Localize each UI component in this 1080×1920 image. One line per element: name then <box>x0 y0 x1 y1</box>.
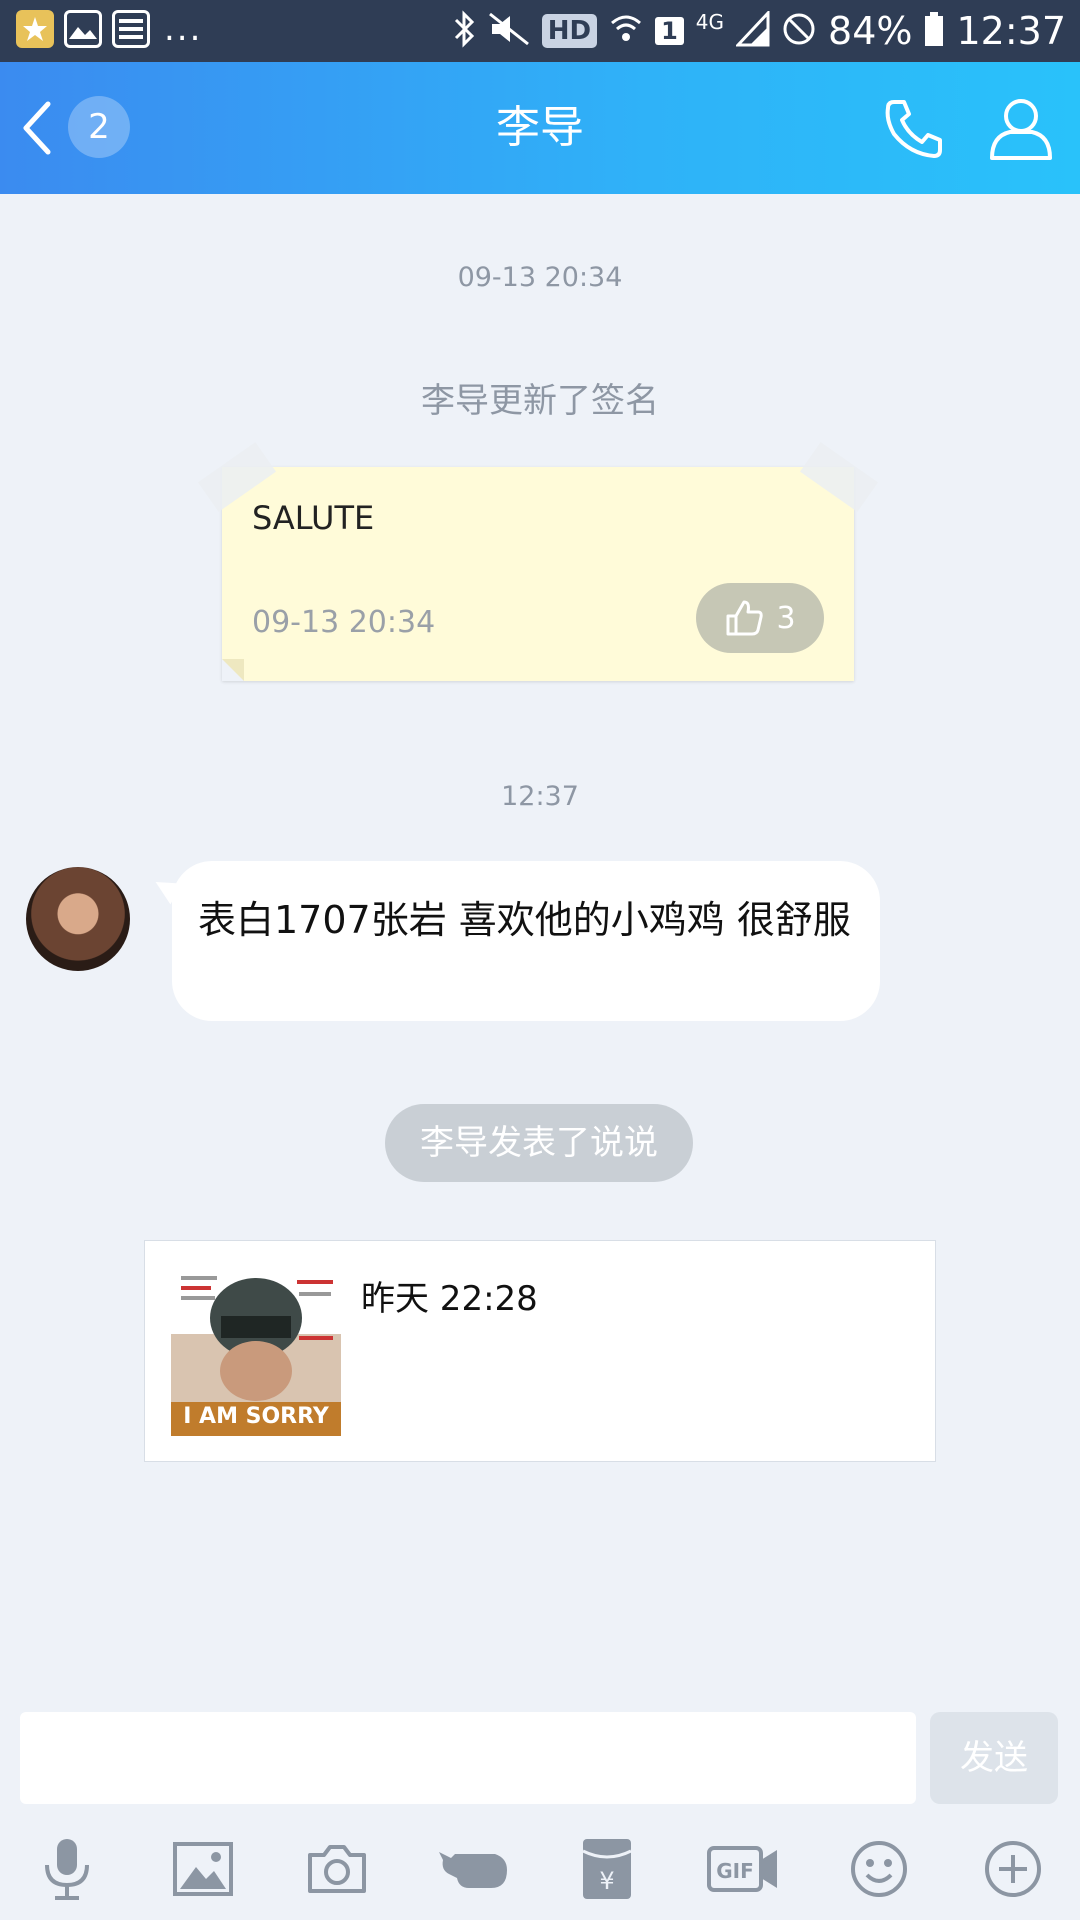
phone-icon <box>885 100 942 158</box>
do-not-disturb-icon <box>782 12 816 50</box>
poke-hand-icon[interactable] <box>434 1830 512 1908</box>
chat-header: 2 李导 <box>0 62 1080 194</box>
image-icon[interactable] <box>164 1830 242 1908</box>
thumbs-up-icon <box>726 600 764 636</box>
gif-icon[interactable]: GIF <box>704 1830 782 1908</box>
send-button[interactable]: 发送 <box>930 1712 1058 1804</box>
post-thumbnail: I AM SORRY <box>171 1266 341 1436</box>
wifi-icon <box>609 11 643 51</box>
tape-decoration <box>800 442 878 512</box>
network-type: 4G <box>695 10 725 34</box>
like-count: 3 <box>776 600 796 636</box>
storage-notification-icon <box>112 10 150 48</box>
post-time: 昨天 22:28 <box>361 1279 538 1319</box>
bluetooth-icon <box>452 10 476 52</box>
post-notice[interactable]: 李导发表了说说 <box>385 1104 693 1182</box>
clock: 12:37 <box>956 9 1066 53</box>
gallery-notification-icon <box>64 10 102 48</box>
svg-text:¥: ¥ <box>599 1867 614 1895</box>
battery-icon <box>924 11 944 51</box>
battery-percent: 84% <box>828 9 913 53</box>
camera-icon[interactable] <box>298 1830 376 1908</box>
input-toolbar: ¥ GIF <box>0 1830 1080 1908</box>
emoji-icon[interactable] <box>840 1830 918 1908</box>
signature-card[interactable]: SALUTE 09-13 20:34 3 <box>198 442 878 681</box>
message-input[interactable] <box>20 1712 916 1804</box>
plus-icon[interactable] <box>974 1830 1052 1908</box>
svg-text:GIF: GIF <box>716 1859 754 1883</box>
thumbnail-caption: I AM SORRY <box>183 1404 329 1429</box>
page-fold-decoration <box>222 659 244 681</box>
timestamp: 09-13 20:34 <box>457 262 623 293</box>
sim-indicator: 1 <box>655 17 684 45</box>
message-text: 表白1707张岩 喜欢他的小鸡鸡 很舒服 <box>198 898 851 942</box>
message-bubble[interactable]: 表白1707张岩 喜欢他的小鸡鸡 很舒服 <box>172 861 880 1021</box>
signature-update-notice: 李导更新了签名 <box>421 381 659 421</box>
more-notifications: ... <box>164 9 203 49</box>
signal-icon <box>734 9 770 51</box>
feed-post-card[interactable]: I AM SORRY 昨天 22:28 <box>144 1240 936 1462</box>
microphone-icon[interactable] <box>28 1830 106 1908</box>
avatar[interactable] <box>26 867 130 971</box>
profile-button[interactable] <box>986 94 1056 164</box>
timestamp: 12:37 <box>501 781 579 812</box>
mute-icon <box>488 10 530 52</box>
status-bar: ... HD 1 4G 84% 12:37 <box>0 0 1080 62</box>
signature-text: SALUTE <box>252 499 375 537</box>
hd-badge: HD <box>541 14 598 48</box>
voice-call-button[interactable] <box>882 96 948 162</box>
like-button[interactable]: 3 <box>696 583 824 653</box>
app-notification-icon <box>16 10 54 48</box>
red-packet-icon[interactable]: ¥ <box>568 1830 646 1908</box>
signature-time: 09-13 20:34 <box>252 605 436 640</box>
person-icon <box>990 99 1052 160</box>
